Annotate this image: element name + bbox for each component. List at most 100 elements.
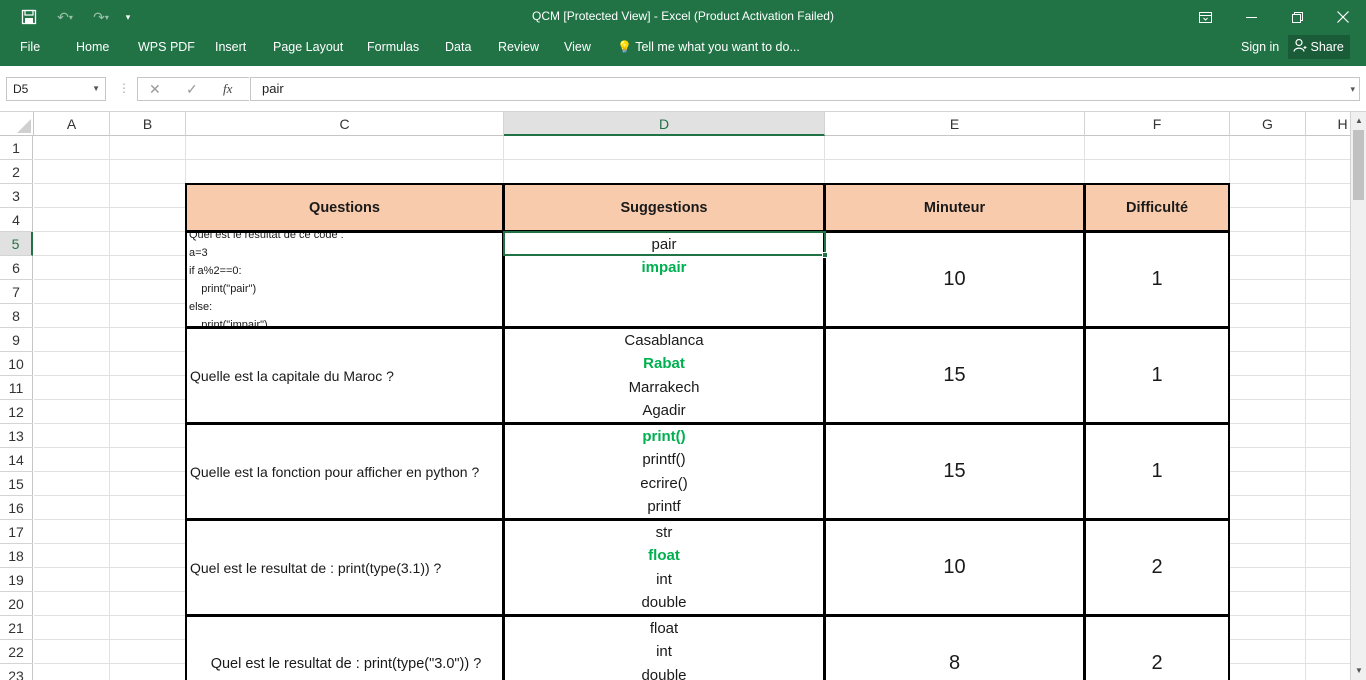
row-header-5[interactable]: 5: [0, 232, 33, 256]
suggestion-cell[interactable]: printf: [503, 495, 825, 520]
column-header-d[interactable]: D: [504, 112, 825, 136]
row-header-18[interactable]: 18: [0, 544, 33, 568]
redo-icon[interactable]: ↷ ▾: [84, 0, 118, 34]
worksheet-grid[interactable]: ABCDEFGH 1 2 3 4 5 6 7 8 9 10 11 12 13 14 15 16 17 18 19 20…: [0, 112, 1350, 680]
difficulte-cell[interactable]: 2: [1084, 615, 1230, 680]
tab-insert[interactable]: Insert: [215, 34, 246, 66]
scroll-down-icon[interactable]: ▼: [1351, 664, 1366, 678]
column-header-a[interactable]: A: [34, 112, 110, 136]
difficulte-cell[interactable]: 1: [1084, 327, 1230, 424]
tab-data[interactable]: Data: [445, 34, 471, 66]
row-header-20[interactable]: 20: [0, 592, 33, 616]
tab-page-layout[interactable]: Page Layout: [273, 34, 343, 66]
row-header-14[interactable]: 14: [0, 448, 33, 472]
difficulte-cell[interactable]: 2: [1084, 519, 1230, 616]
suggestion-cell[interactable]: int: [503, 567, 825, 592]
insert-function-icon[interactable]: fx: [223, 81, 232, 97]
tab-formulas[interactable]: Formulas: [367, 34, 419, 66]
select-all-corner[interactable]: [0, 112, 34, 136]
suggestion-cell[interactable]: double: [503, 591, 825, 616]
row-header-8[interactable]: 8: [0, 304, 33, 328]
tab-view[interactable]: View: [564, 34, 591, 66]
ribbon-display-icon[interactable]: [1190, 0, 1220, 34]
minuteur-cell[interactable]: 10: [824, 519, 1085, 616]
row-header-9[interactable]: 9: [0, 328, 33, 352]
scroll-up-icon[interactable]: ▲: [1351, 114, 1366, 128]
restore-icon[interactable]: [1282, 0, 1312, 34]
suggestion-cell[interactable]: Rabat: [503, 351, 825, 376]
vertical-scrollbar[interactable]: ▲ ▼: [1350, 112, 1366, 680]
question-cell[interactable]: Quel est le resultat de ce code : a=3 if…: [185, 231, 504, 328]
row-header-6[interactable]: 6: [0, 256, 33, 280]
suggestion-cell[interactable]: Agadir: [503, 399, 825, 424]
chevron-down-icon[interactable]: ▼: [92, 78, 100, 100]
tab-home[interactable]: Home: [76, 34, 109, 66]
row-header-12[interactable]: 12: [0, 400, 33, 424]
sign-in-link[interactable]: Sign in: [1241, 34, 1279, 66]
column-header-h[interactable]: H: [1306, 112, 1350, 136]
row-header-21[interactable]: 21: [0, 616, 33, 640]
minuteur-cell[interactable]: 15: [824, 327, 1085, 424]
column-header-c[interactable]: C: [186, 112, 504, 136]
row-header-10[interactable]: 10: [0, 352, 33, 376]
formula-input[interactable]: pair ▾: [250, 77, 1360, 101]
suggestion-cell[interactable]: [503, 303, 825, 328]
question-cell[interactable]: Quel est le resultat de : print(type(3.1…: [185, 519, 504, 616]
row-header-3[interactable]: 3: [0, 184, 33, 208]
row-header-17[interactable]: 17: [0, 520, 33, 544]
difficulte-cell[interactable]: 1: [1084, 231, 1230, 328]
share-button[interactable]: Share: [1288, 35, 1350, 59]
tab-review[interactable]: Review: [498, 34, 539, 66]
suggestion-cell[interactable]: float: [503, 615, 825, 640]
suggestion-cell[interactable]: double: [503, 663, 825, 680]
row-header-16[interactable]: 16: [0, 496, 33, 520]
cancel-icon[interactable]: ✕: [149, 81, 161, 98]
row-header-7[interactable]: 7: [0, 280, 33, 304]
suggestion-cell[interactable]: Casablanca: [503, 327, 825, 352]
suggestion-cell[interactable]: float: [503, 543, 825, 568]
name-box[interactable]: D5 ▼: [6, 77, 106, 101]
column-header-f[interactable]: F: [1085, 112, 1230, 136]
suggestion-cell[interactable]: impair: [503, 255, 825, 280]
undo-icon[interactable]: ↶ ▾: [48, 0, 82, 34]
suggestion-cell[interactable]: Marrakech: [503, 375, 825, 400]
minuteur-cell[interactable]: 15: [824, 423, 1085, 520]
suggestion-cell[interactable]: str: [503, 519, 825, 544]
row-header-15[interactable]: 15: [0, 472, 33, 496]
minuteur-cell[interactable]: 10: [824, 231, 1085, 328]
tell-me-box[interactable]: 💡 Tell me what you want to do...: [617, 34, 800, 66]
tab-wps-pdf[interactable]: WPS PDF: [138, 34, 195, 66]
suggestion-cell[interactable]: [503, 279, 825, 304]
save-icon[interactable]: [16, 0, 42, 34]
row-header-2[interactable]: 2: [0, 160, 33, 184]
tab-file[interactable]: File: [20, 34, 40, 66]
column-header-e[interactable]: E: [825, 112, 1085, 136]
splitter-icon[interactable]: ⋮: [118, 82, 130, 94]
fill-handle[interactable]: [822, 252, 828, 258]
row-header-4[interactable]: 4: [0, 208, 33, 232]
customize-icon[interactable]: ▾: [120, 0, 136, 34]
column-header-g[interactable]: G: [1230, 112, 1306, 136]
suggestion-cell[interactable]: printf(): [503, 447, 825, 472]
question-cell[interactable]: Quelle est la fonction pour afficher en …: [185, 423, 504, 520]
row-header-19[interactable]: 19: [0, 568, 33, 592]
suggestion-cell[interactable]: print(): [503, 423, 825, 448]
expand-formula-icon[interactable]: ▾: [1350, 78, 1355, 100]
row-header-11[interactable]: 11: [0, 376, 33, 400]
enter-icon[interactable]: ✓: [186, 81, 198, 98]
row-header-23[interactable]: 23: [0, 664, 33, 680]
suggestion-cell[interactable]: ecrire(): [503, 471, 825, 496]
minimize-icon[interactable]: [1236, 0, 1266, 34]
row-header-13[interactable]: 13: [0, 424, 33, 448]
suggestion-cell[interactable]: int: [503, 639, 825, 664]
close-icon[interactable]: [1328, 0, 1358, 34]
column-header-b[interactable]: B: [110, 112, 186, 136]
row-header-1[interactable]: 1: [0, 136, 33, 160]
minuteur-cell[interactable]: 8: [824, 615, 1085, 680]
question-cell[interactable]: Quelle est la capitale du Maroc ?: [185, 327, 504, 424]
active-cell-selection[interactable]: [503, 231, 826, 256]
row-header-22[interactable]: 22: [0, 640, 33, 664]
difficulte-cell[interactable]: 1: [1084, 423, 1230, 520]
question-cell[interactable]: Quel est le resultat de : print(type("3.…: [185, 615, 504, 680]
scroll-thumb[interactable]: [1353, 130, 1364, 200]
